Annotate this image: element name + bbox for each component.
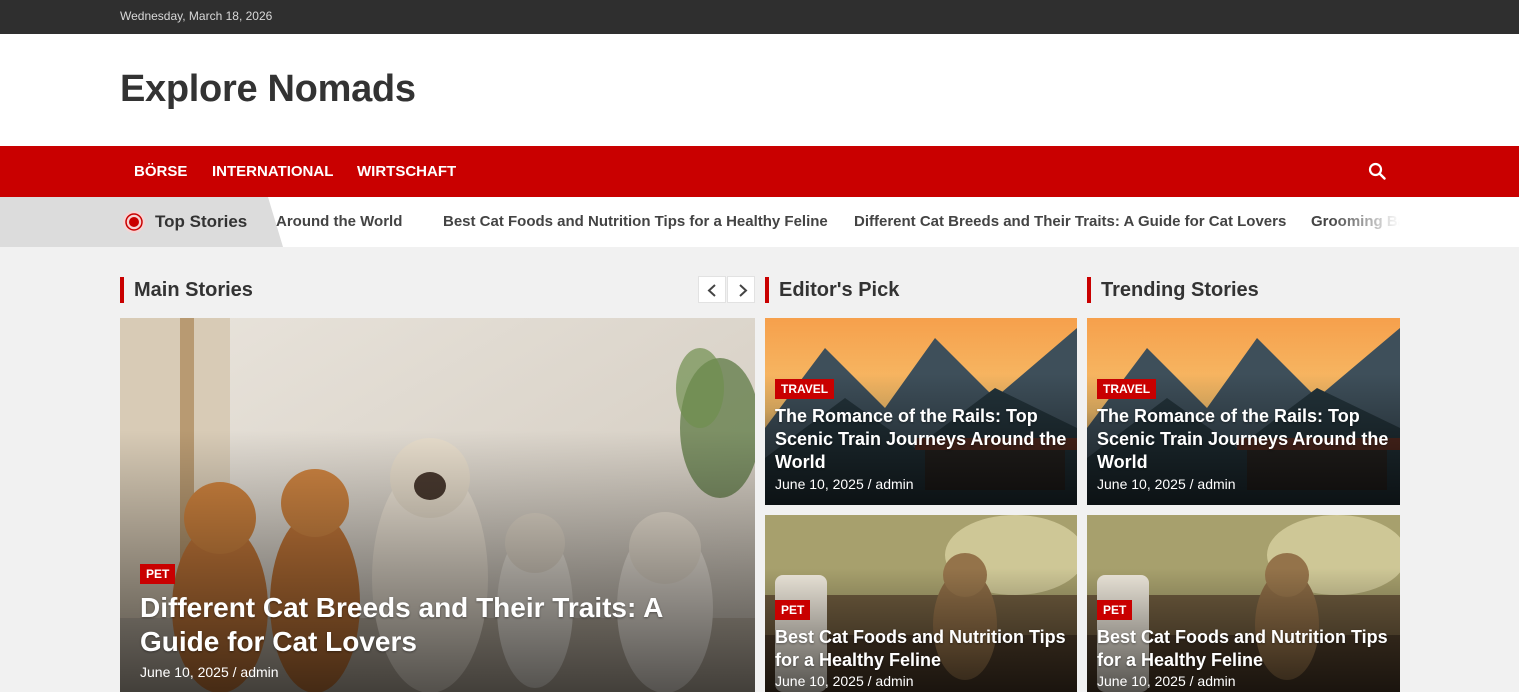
- section-title-trending-stories: Trending Stories: [1087, 277, 1259, 303]
- top-bar: Wednesday, March 18, 2026: [0, 0, 1519, 34]
- trending-meta: June 10, 2025 / admin: [1097, 476, 1236, 492]
- top-stories-ticker: Top Stories Around the World Best Cat Fo…: [0, 197, 1519, 247]
- nav-item-wirtschaft[interactable]: WIRTSCHAFT: [357, 163, 456, 180]
- nav-item-borse[interactable]: BÖRSE: [134, 163, 187, 180]
- ticker-item[interactable]: Different Cat Breeds and Their Traits: A…: [854, 213, 1286, 230]
- section-title-editors-pick: Editor's Pick: [765, 277, 899, 303]
- trending-card[interactable]: TRAVEL The Romance of the Rails: Top Sce…: [1087, 318, 1400, 505]
- main-story-meta: June 10, 2025 / admin: [140, 664, 279, 680]
- ticker-item[interactable]: Best Cat Foods and Nutrition Tips for a …: [443, 213, 828, 230]
- editors-pick-title[interactable]: The Romance of the Rails: Top Scenic Tra…: [775, 405, 1070, 474]
- live-record-icon: [123, 211, 145, 233]
- section-title-main-stories: Main Stories: [120, 277, 253, 303]
- slider-next-button[interactable]: [727, 276, 755, 303]
- ticker-item[interactable]: Around the World: [276, 213, 402, 230]
- chevron-left-icon: [707, 284, 716, 297]
- editors-pick-title[interactable]: Best Cat Foods and Nutrition Tips for a …: [775, 626, 1070, 672]
- main-nav: BÖRSE INTERNATIONAL WIRTSCHAFT: [0, 146, 1519, 197]
- editors-pick-meta: June 10, 2025 / admin: [775, 476, 914, 492]
- trending-title[interactable]: Best Cat Foods and Nutrition Tips for a …: [1097, 626, 1393, 672]
- ticker-label: Top Stories: [155, 212, 248, 231]
- site-header: Explore Nomads: [0, 34, 1519, 146]
- nav-item-international[interactable]: INTERNATIONAL: [212, 163, 333, 180]
- current-date: Wednesday, March 18, 2026: [120, 9, 273, 23]
- editors-pick-card[interactable]: TRAVEL The Romance of the Rails: Top Sce…: [765, 318, 1077, 505]
- main-story-card[interactable]: PET Different Cat Breeds and Their Trait…: [120, 318, 755, 692]
- search-icon[interactable]: [1368, 162, 1386, 180]
- slider-prev-button[interactable]: [698, 276, 726, 303]
- chevron-right-icon: [739, 284, 748, 297]
- category-tag[interactable]: PET: [140, 564, 176, 584]
- trending-card[interactable]: PET Best Cat Foods and Nutrition Tips fo…: [1087, 515, 1400, 692]
- category-tag[interactable]: PET: [1097, 600, 1133, 620]
- category-tag[interactable]: PET: [775, 600, 811, 620]
- trending-title[interactable]: The Romance of the Rails: Top Scenic Tra…: [1097, 405, 1393, 474]
- ticker-fade: [1330, 197, 1400, 247]
- ticker-track: Around the World Best Cat Foods and Nutr…: [276, 197, 1400, 247]
- trending-meta: June 10, 2025 / admin: [1097, 673, 1236, 689]
- category-tag[interactable]: TRAVEL: [775, 379, 835, 399]
- editors-pick-card[interactable]: PET Best Cat Foods and Nutrition Tips fo…: [765, 515, 1077, 692]
- site-title[interactable]: Explore Nomads: [120, 68, 416, 111]
- main-story-title[interactable]: Different Cat Breeds and Their Traits: A…: [140, 591, 740, 659]
- category-tag[interactable]: TRAVEL: [1097, 379, 1157, 399]
- editors-pick-meta: June 10, 2025 / admin: [775, 673, 914, 689]
